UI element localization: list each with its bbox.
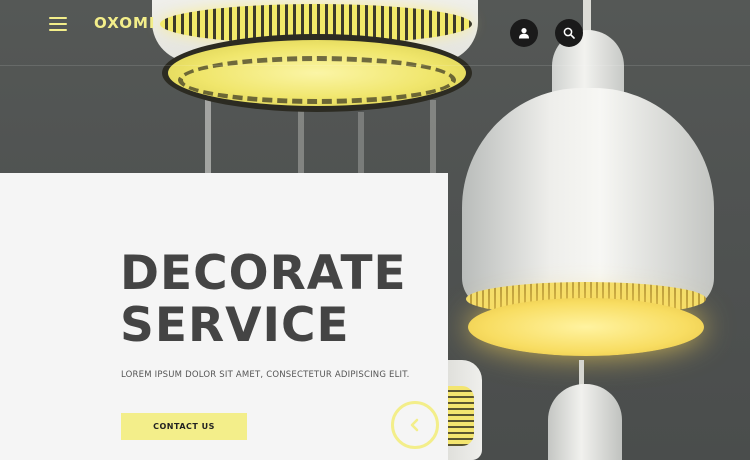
hero-title-line-1: DECORATE: [120, 246, 407, 301]
lamp-shade-right: [462, 88, 714, 308]
slider-prev-button[interactable]: [391, 401, 439, 449]
hero-title-line-2: SERVICE: [120, 298, 350, 353]
menu-line: [49, 29, 67, 31]
search-icon: [563, 27, 575, 39]
chevron-left-icon: [410, 418, 419, 432]
top-navigation-bar: OXOMI: [0, 0, 750, 66]
lamp-glow-right: [468, 298, 704, 356]
contact-us-button[interactable]: CONTACT US: [121, 413, 247, 440]
hero-description: LOREM IPSUM DOLOR SIT AMET, CONSECTETUR …: [121, 370, 410, 380]
site-logo[interactable]: OXOMI: [94, 14, 156, 32]
menu-line: [49, 23, 67, 25]
background-lamp-pole: [430, 100, 436, 180]
hamburger-menu-icon[interactable]: [49, 17, 67, 31]
user-account-button[interactable]: [510, 19, 538, 47]
search-button[interactable]: [555, 19, 583, 47]
background-lamp-pole: [298, 110, 304, 180]
background-lamp-pole: [358, 112, 364, 182]
hero-title: DECORATE SERVICE: [120, 248, 407, 352]
menu-line: [49, 17, 67, 19]
lamp-shade-bottom: [548, 384, 622, 460]
user-icon: [519, 28, 529, 39]
background-lamp-pole: [205, 98, 211, 178]
